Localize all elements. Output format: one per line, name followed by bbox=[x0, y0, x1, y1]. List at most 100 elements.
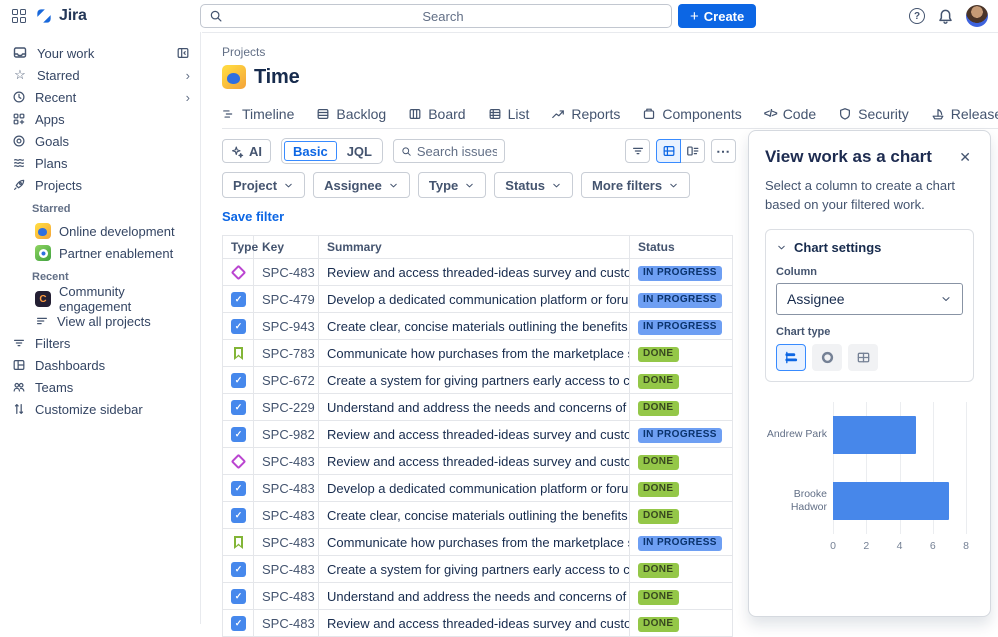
table-row[interactable]: SPC-672 Create a system for giving partn… bbox=[223, 367, 733, 394]
table-row[interactable]: SPC-479 Develop a dedicated communicatio… bbox=[223, 286, 733, 313]
sidebar-item-customize[interactable]: Customize sidebar bbox=[0, 398, 200, 420]
chart-x-tick-label: 8 bbox=[963, 540, 969, 552]
filter-dropdown[interactable]: Assignee bbox=[313, 172, 410, 198]
close-icon[interactable]: ✕ bbox=[956, 147, 974, 168]
sidebar-item-teams[interactable]: Teams bbox=[0, 376, 200, 398]
issue-type-icon bbox=[231, 346, 246, 361]
clock-icon bbox=[12, 90, 26, 104]
jira-wordmark: Jira bbox=[59, 7, 87, 25]
issue-summary[interactable]: Create clear, concise materials outlinin… bbox=[319, 313, 630, 340]
table-view-button[interactable] bbox=[656, 139, 681, 163]
table-row[interactable]: SPC-982 Review and access threaded-ideas… bbox=[223, 421, 733, 448]
basic-mode-button[interactable]: Basic bbox=[284, 141, 337, 161]
issue-type-icon bbox=[231, 427, 246, 442]
sidebar-project-online-development[interactable]: Online development bbox=[0, 220, 200, 242]
issue-summary[interactable]: Review and access threaded-ideas survey … bbox=[319, 610, 630, 637]
tab-list[interactable]: List bbox=[488, 99, 530, 129]
sidebar-item-your-work[interactable]: Your work bbox=[0, 42, 200, 64]
issue-summary[interactable]: Understand and address the needs and con… bbox=[319, 583, 630, 610]
tab-code[interactable]: </> Code bbox=[764, 99, 816, 129]
table-row[interactable]: SPC-483 Review and access threaded-ideas… bbox=[223, 610, 733, 637]
issue-summary[interactable]: Create a system for giving partners earl… bbox=[319, 367, 630, 394]
table-row[interactable]: SPC-483 Review and access threaded-ideas… bbox=[223, 448, 733, 475]
table-row[interactable]: SPC-483 Develop a dedicated communicatio… bbox=[223, 475, 733, 502]
issue-type-icon bbox=[231, 400, 246, 415]
table-row[interactable]: SPC-483 Communicate how purchases from t… bbox=[223, 529, 733, 556]
issue-summary[interactable]: Develop a dedicated communication platfo… bbox=[319, 475, 630, 502]
breadcrumb[interactable]: Projects bbox=[222, 45, 998, 59]
ai-button[interactable]: AI bbox=[222, 139, 271, 163]
table-row[interactable]: SPC-229 Understand and address the needs… bbox=[223, 394, 733, 421]
user-avatar[interactable] bbox=[966, 5, 988, 27]
issue-summary[interactable]: Communicate how purchases from the marke… bbox=[319, 529, 630, 556]
issue-summary[interactable]: Communicate how purchases from the marke… bbox=[319, 340, 630, 367]
jira-logo[interactable]: Jira bbox=[34, 6, 87, 26]
sidebar-item-recent[interactable]: Recent › bbox=[0, 86, 200, 108]
sidebar-item-filters[interactable]: Filters bbox=[0, 332, 200, 354]
sidebar-item-label: Your work bbox=[37, 46, 167, 61]
issue-summary[interactable]: Review and access threaded-ideas survey … bbox=[319, 421, 630, 448]
issue-summary[interactable]: Create clear, concise materials outlinin… bbox=[319, 502, 630, 529]
search-issues-field[interactable] bbox=[393, 139, 505, 163]
sidebar-item-starred[interactable]: ☆ Starred › bbox=[0, 64, 200, 86]
tab-board[interactable]: Board bbox=[408, 99, 465, 129]
table-row[interactable]: SPC-483 Create clear, concise materials … bbox=[223, 502, 733, 529]
chart-category-label: Andrew Park bbox=[765, 402, 827, 468]
filter-dropdown[interactable]: More filters bbox=[581, 172, 690, 198]
tab-timeline[interactable]: Timeline bbox=[222, 99, 294, 129]
chart-settings-toggle[interactable]: Chart settings bbox=[776, 240, 963, 255]
column-header[interactable]: Type bbox=[223, 236, 254, 259]
column-header[interactable]: Summary bbox=[319, 236, 630, 259]
search-issues-input[interactable] bbox=[417, 144, 497, 159]
chart-type-label: Chart type bbox=[776, 326, 963, 338]
chart-bar[interactable] bbox=[833, 482, 949, 520]
column-header[interactable]: Key bbox=[254, 236, 319, 259]
tab-security[interactable]: Security bbox=[838, 99, 909, 129]
column-header[interactable]: Status bbox=[630, 236, 733, 259]
tab-releases[interactable]: Releases bbox=[931, 99, 998, 129]
meatball-menu-icon: ⋯ bbox=[716, 143, 731, 160]
filter-dropdown-label: Type bbox=[429, 178, 458, 193]
tab-components[interactable]: Components bbox=[642, 99, 741, 129]
filter-dropdown[interactable]: Project bbox=[222, 172, 305, 198]
global-search-input[interactable] bbox=[223, 9, 663, 24]
chart-type-table-button[interactable] bbox=[848, 344, 878, 371]
save-filter-link[interactable]: Save filter bbox=[222, 209, 284, 224]
help-icon[interactable]: ? bbox=[909, 8, 925, 24]
sidebar-item-plans[interactable]: Plans bbox=[0, 152, 200, 174]
sidebar-item-label: Starred bbox=[37, 68, 177, 83]
table-row[interactable]: SPC-943 Create clear, concise materials … bbox=[223, 313, 733, 340]
issue-summary[interactable]: Review and access threaded-ideas survey … bbox=[319, 259, 630, 286]
chart-bar[interactable] bbox=[833, 416, 916, 454]
notifications-bell-icon[interactable] bbox=[937, 8, 954, 25]
group-sort-button[interactable] bbox=[625, 139, 650, 163]
issue-summary[interactable]: Develop a dedicated communication platfo… bbox=[319, 286, 630, 313]
app-switcher-icon[interactable] bbox=[12, 9, 26, 23]
filter-dropdown[interactable]: Status bbox=[494, 172, 573, 198]
detail-view-button[interactable] bbox=[680, 139, 705, 163]
sidebar-project-partner-enablement[interactable]: Partner enablement bbox=[0, 242, 200, 264]
global-search[interactable] bbox=[200, 4, 672, 28]
tab-backlog[interactable]: Backlog bbox=[316, 99, 386, 129]
sidebar-item-goals[interactable]: Goals bbox=[0, 130, 200, 152]
jql-mode-button[interactable]: JQL bbox=[339, 141, 380, 161]
tab-reports[interactable]: Reports bbox=[551, 99, 620, 129]
create-button[interactable]: + Create bbox=[678, 4, 756, 28]
sidebar-project-community-engagement[interactable]: Community engagement bbox=[0, 288, 200, 310]
issue-summary[interactable]: Create a system for giving partners earl… bbox=[319, 556, 630, 583]
table-row[interactable]: SPC-483 Create a system for giving partn… bbox=[223, 556, 733, 583]
chart-type-donut-button[interactable] bbox=[812, 344, 842, 371]
table-row[interactable]: SPC-483 Understand and address the needs… bbox=[223, 583, 733, 610]
filter-dropdown[interactable]: Type bbox=[418, 172, 486, 198]
column-select[interactable]: Assignee bbox=[776, 283, 963, 315]
sidebar-item-projects[interactable]: Projects bbox=[0, 174, 200, 196]
chart-type-bar-button[interactable] bbox=[776, 344, 806, 371]
more-options-button[interactable]: ⋯ bbox=[711, 139, 736, 163]
issue-summary[interactable]: Understand and address the needs and con… bbox=[319, 394, 630, 421]
sidebar-item-apps[interactable]: Apps bbox=[0, 108, 200, 130]
table-row[interactable]: SPC-783 Communicate how purchases from t… bbox=[223, 340, 733, 367]
collapse-sidebar-icon[interactable] bbox=[176, 46, 190, 60]
sidebar-item-dashboards[interactable]: Dashboards bbox=[0, 354, 200, 376]
table-row[interactable]: SPC-483 Review and access threaded-ideas… bbox=[223, 259, 733, 286]
issue-summary[interactable]: Review and access threaded-ideas survey … bbox=[319, 448, 630, 475]
